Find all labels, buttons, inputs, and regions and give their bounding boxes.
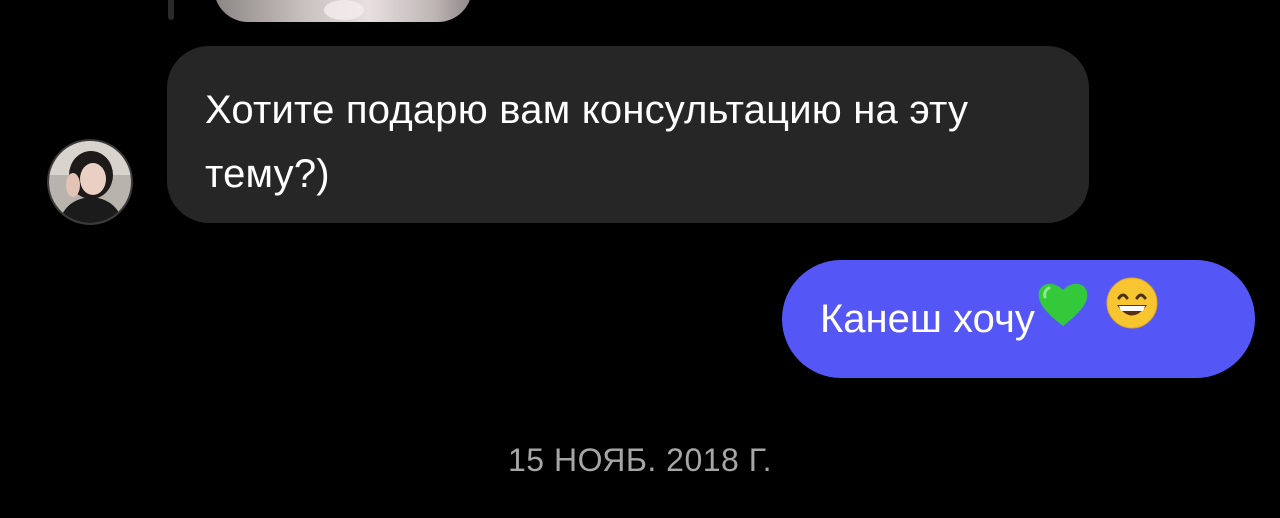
- outgoing-message-bubble[interactable]: Канеш хочу: [782, 260, 1255, 378]
- date-separator: 15 НОЯБ. 2018 Г.: [507, 442, 773, 478]
- outgoing-message-text: Канеш хочу: [820, 297, 1035, 341]
- grinning-smiling-eyes-emoji: [1105, 258, 1159, 376]
- green-heart-emoji: [1035, 258, 1091, 376]
- previous-message-indicator: [168, 0, 174, 20]
- avatar-photo: [49, 141, 131, 223]
- chat-thread: Хотите подарю вам консультацию на эту те…: [0, 0, 1280, 518]
- incoming-message-bubble[interactable]: Хотите подарю вам консультацию на эту те…: [167, 46, 1089, 223]
- previous-media-message[interactable]: [214, 0, 472, 22]
- incoming-message-text: Хотите подарю вам консультацию на эту те…: [205, 88, 969, 196]
- avatar[interactable]: [49, 141, 131, 223]
